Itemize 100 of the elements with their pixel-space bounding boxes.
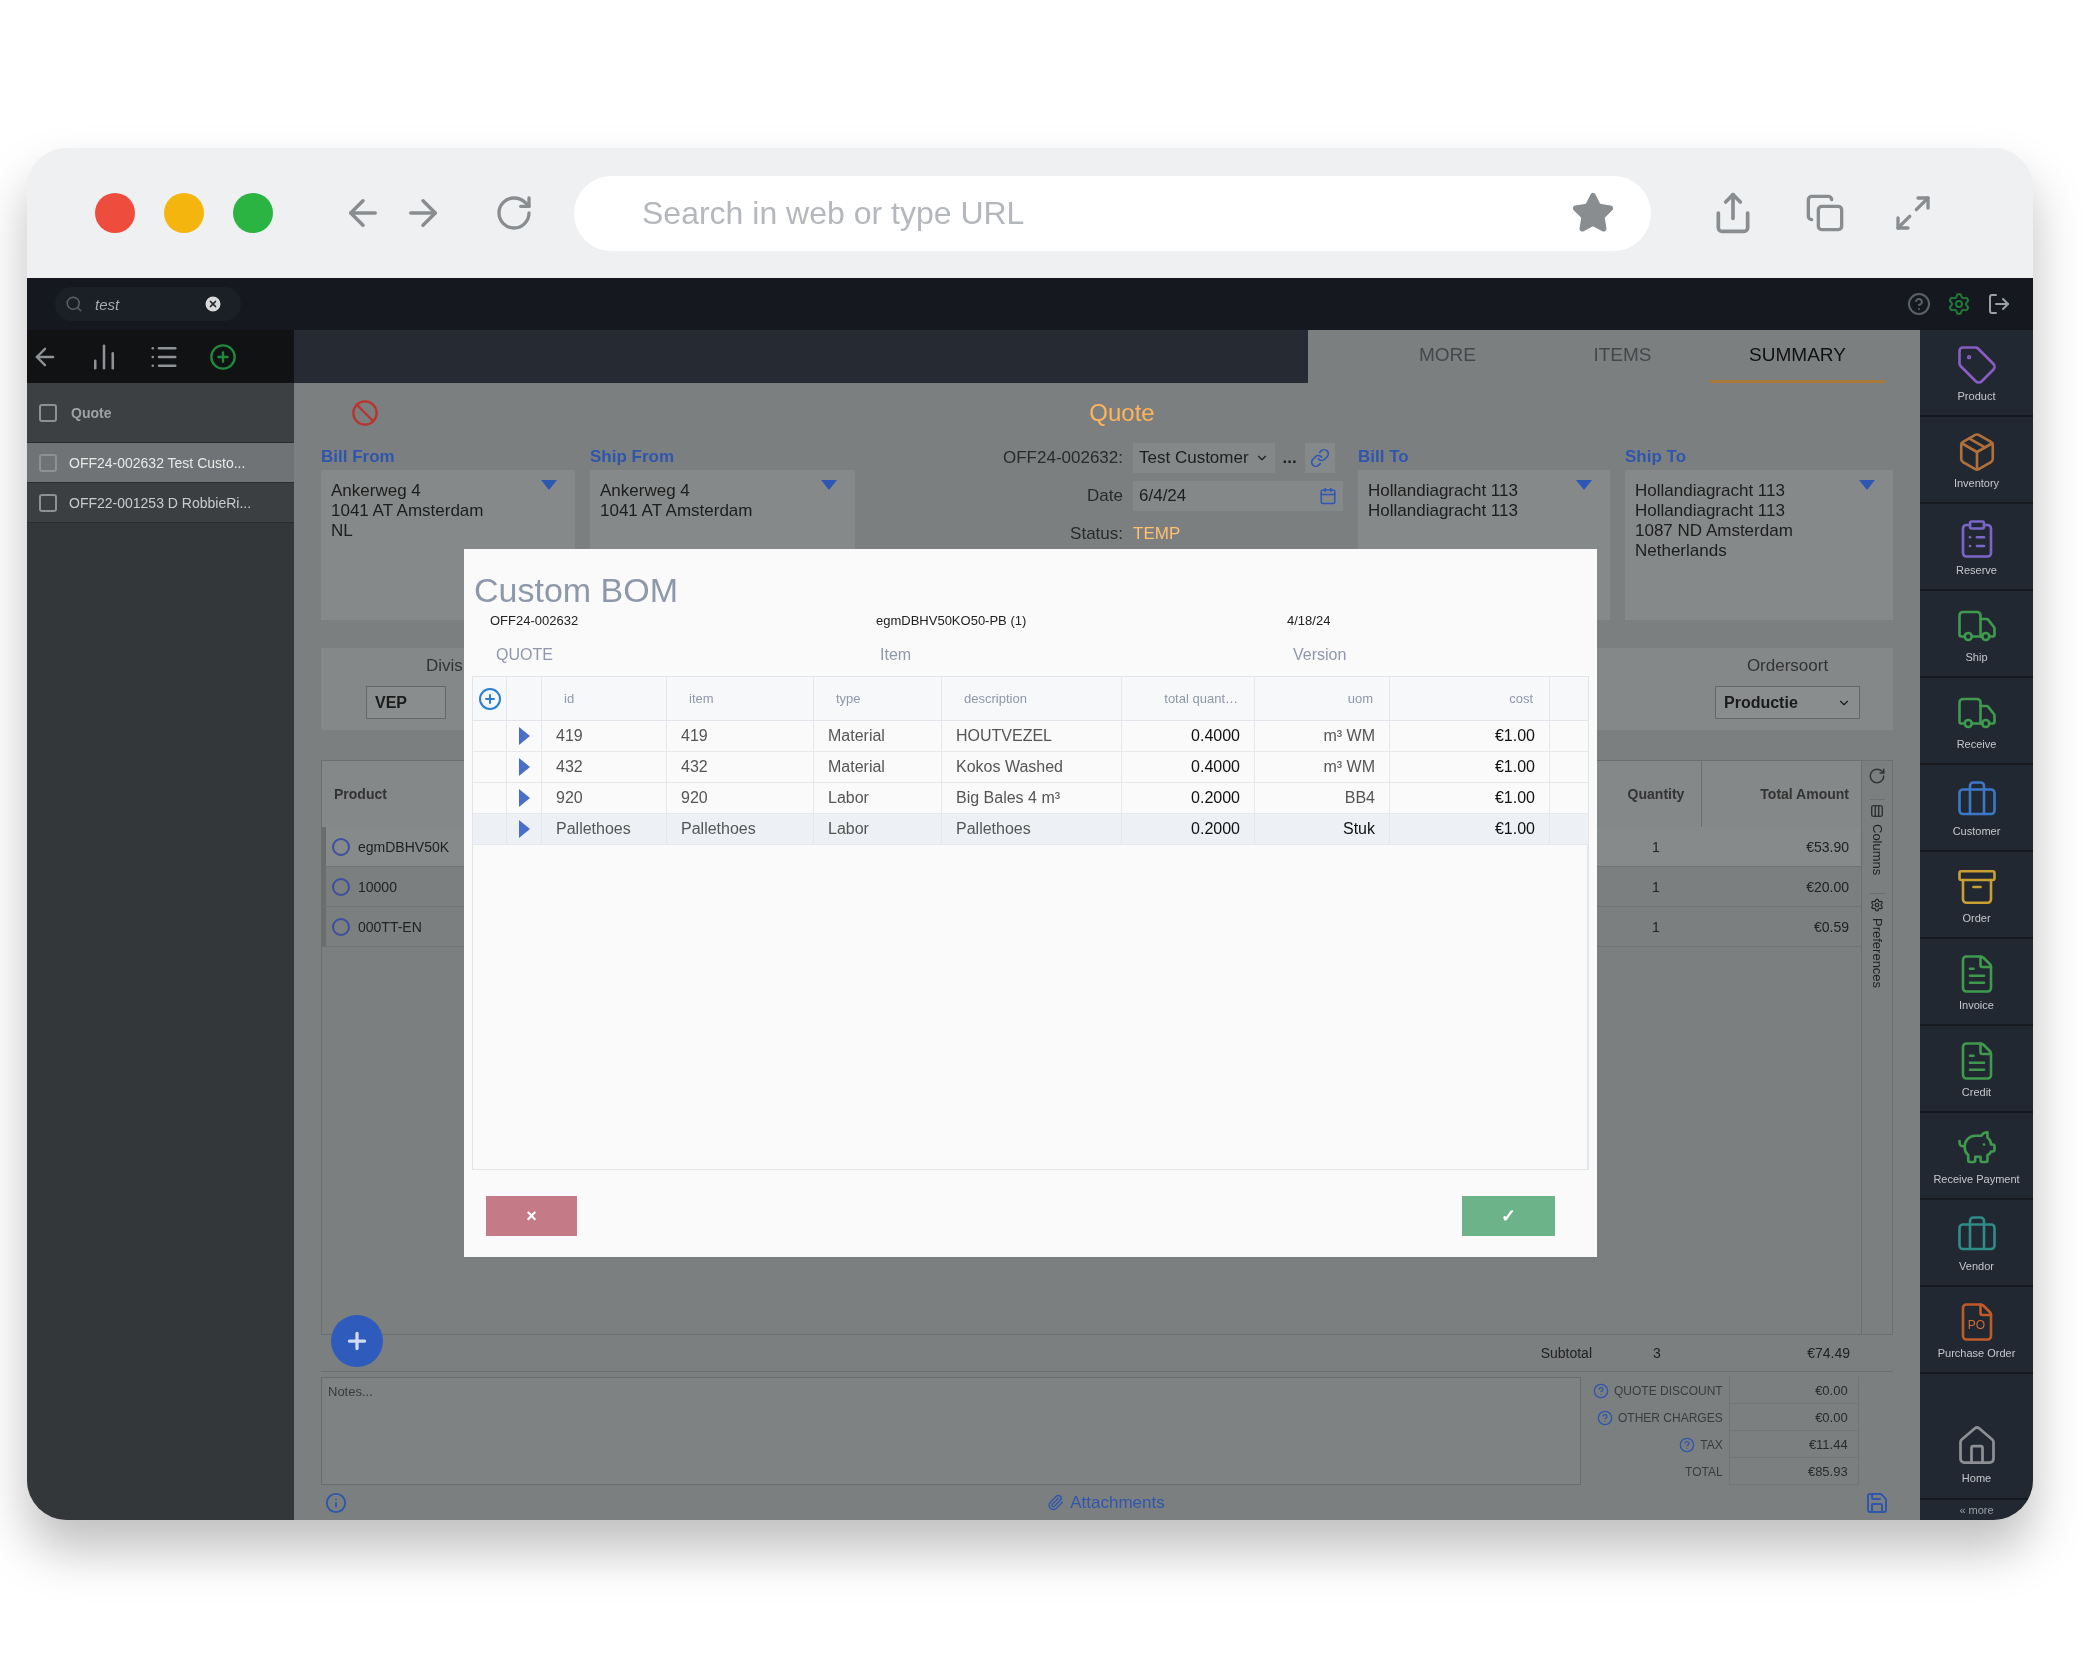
reload-icon[interactable] — [494, 193, 534, 233]
nav-item[interactable]: Home — [1920, 1411, 2033, 1498]
fullscreen-icon[interactable] — [1893, 193, 1933, 233]
notes-field[interactable]: Notes... — [321, 1377, 1581, 1485]
field-label: Item — [879, 646, 913, 664]
table-cell: Material — [813, 752, 941, 782]
nav-item[interactable]: PO Purchase Order — [1920, 1287, 2033, 1374]
column-header: uom — [1254, 677, 1389, 720]
column-header: cost — [1389, 677, 1549, 720]
table-cell: Labor — [813, 783, 941, 813]
radio-button[interactable] — [332, 837, 350, 856]
maximize-window-button[interactable] — [233, 193, 273, 233]
quote-list-item[interactable]: OFF24-002632 Test Custo... — [27, 443, 294, 483]
search-bar[interactable]: test — [55, 287, 241, 321]
table-row[interactable]: 432 432 Material Kokos Washed 0.4000 m³ WM €1.00 — [473, 752, 1588, 783]
url-field[interactable]: Search in web or type URL — [640, 193, 1571, 233]
add-button[interactable] — [331, 1315, 383, 1367]
dropdown-arrow-icon[interactable] — [821, 480, 837, 490]
more-button[interactable]: ... — [1282, 448, 1297, 468]
nav-item[interactable]: Inventory — [1920, 417, 2033, 504]
info-icon[interactable] — [325, 1491, 347, 1514]
table-cell: €1.00 — [1389, 752, 1549, 782]
address-card[interactable]: Hollandiagracht 113 Hollandiagracht 113 1087 ND Amsterdam Netherlands — [1625, 470, 1893, 620]
dropdown-arrow-icon[interactable] — [1576, 480, 1592, 490]
expand-arrow-icon[interactable] — [519, 820, 530, 838]
dropdown-arrow-icon[interactable] — [1859, 480, 1875, 490]
help-icon[interactable] — [1593, 1382, 1609, 1399]
total-label: QUOTE DISCOUNT — [1614, 1383, 1723, 1398]
table-row[interactable]: 920 920 Labor Big Bales 4 m³ 0.2000 BB4 €1.00 — [473, 783, 1588, 814]
dropdown-arrow-icon[interactable] — [541, 480, 557, 490]
field-value: egmDBHV50KO50-PB (1) — [876, 613, 1028, 628]
clear-search-icon[interactable] — [203, 294, 223, 314]
total-value: €0.00 — [1728, 1404, 1859, 1431]
expand-arrow-icon[interactable] — [519, 789, 530, 807]
address-label: Ship From — [590, 445, 676, 468]
address-line: Ankerweg 4 — [600, 482, 690, 500]
expand-arrow-icon[interactable] — [519, 758, 530, 776]
status-label: Status: — [1069, 524, 1123, 544]
side-tab[interactable]: Columns — [1869, 799, 1885, 880]
table-cell: Stuk — [1254, 814, 1389, 844]
table-cell: Big Bales 4 m³ — [941, 783, 1121, 813]
ordersoort-select[interactable]: Productie — [1715, 686, 1860, 719]
save-icon[interactable] — [1865, 1490, 1889, 1515]
nav-item[interactable]: Customer — [1920, 765, 2033, 852]
customer-select[interactable]: Test Customer — [1133, 443, 1275, 473]
settings-icon[interactable] — [1947, 292, 1971, 316]
subtotal-value: €74.49 — [1806, 1345, 1851, 1361]
more-link[interactable]: « more — [1920, 1498, 2033, 1520]
help-icon[interactable] — [1907, 292, 1931, 316]
help-icon[interactable] — [1597, 1409, 1613, 1426]
search-icon — [65, 295, 83, 313]
date-field[interactable]: 6/4/24 — [1133, 481, 1343, 511]
table-cell: 920 — [541, 783, 666, 813]
checkbox[interactable] — [39, 453, 57, 472]
radio-button[interactable] — [332, 917, 350, 936]
quote-list-item[interactable]: OFF22-001253 D RobbieRi... — [27, 483, 294, 523]
expand-arrow-icon[interactable] — [519, 727, 530, 745]
column-header: Quantity — [1626, 785, 1686, 804]
total-value: €85.93 — [1728, 1458, 1859, 1485]
calendar-icon[interactable] — [1319, 487, 1337, 505]
checkbox[interactable] — [39, 493, 57, 512]
nav-item[interactable]: Credit — [1920, 1026, 2033, 1113]
nav-item[interactable]: Reserve — [1920, 504, 2033, 591]
prohibited-icon[interactable] — [351, 399, 379, 427]
nav-item[interactable]: Vendor — [1920, 1200, 2033, 1287]
subtotal-quantity: 3 — [1652, 1345, 1662, 1361]
tabs-icon[interactable] — [1805, 193, 1845, 233]
add-icon[interactable] — [209, 342, 237, 371]
table-row[interactable]: Pallethoes Pallethoes Labor Pallethoes 0.2000 Stuk €1.00 — [473, 814, 1588, 845]
radio-button[interactable] — [332, 877, 350, 896]
nav-item[interactable]: Invoice — [1920, 939, 2033, 1026]
minimize-window-button[interactable] — [164, 193, 204, 233]
search-field[interactable]: test — [93, 294, 193, 314]
table-cell: 432 — [541, 752, 666, 782]
total-label: OTHER CHARGES — [1618, 1410, 1723, 1425]
nav-item[interactable]: Receive — [1920, 678, 2033, 765]
nav-item[interactable]: Product — [1920, 330, 2033, 417]
logout-icon[interactable] — [1987, 292, 2011, 316]
table-row[interactable]: 419 419 Material HOUTVEZEL 0.4000 m³ WM €1.00 — [473, 721, 1588, 752]
division-field[interactable]: VEP — [366, 686, 446, 719]
division-label: Divis — [425, 656, 463, 676]
tab[interactable]: SUMMARY — [1710, 330, 1885, 383]
column-header: type — [813, 677, 941, 720]
link-button[interactable] — [1304, 443, 1335, 473]
table-cell: egmDBHV50K — [358, 838, 450, 855]
nav-item[interactable]: Order — [1920, 852, 2033, 939]
add-row-icon[interactable] — [477, 686, 502, 711]
nav-item[interactable]: Receive Payment — [1920, 1113, 2033, 1200]
checkbox[interactable] — [39, 403, 57, 422]
side-tab[interactable]: Preferences — [1869, 893, 1885, 993]
close-window-button[interactable] — [95, 193, 135, 233]
url-bar[interactable]: Search in web or type URL — [574, 175, 1651, 251]
table-cell: Labor — [813, 814, 941, 844]
refresh-icon[interactable] — [1868, 767, 1886, 785]
nav-item[interactable]: Ship — [1920, 591, 2033, 678]
help-icon[interactable] — [1679, 1436, 1696, 1453]
icon-label: PO — [1966, 1317, 1987, 1332]
column-header: item — [666, 677, 813, 720]
table-cell-text: €20.00 — [1805, 878, 1850, 895]
tag-icon — [1955, 343, 1998, 386]
